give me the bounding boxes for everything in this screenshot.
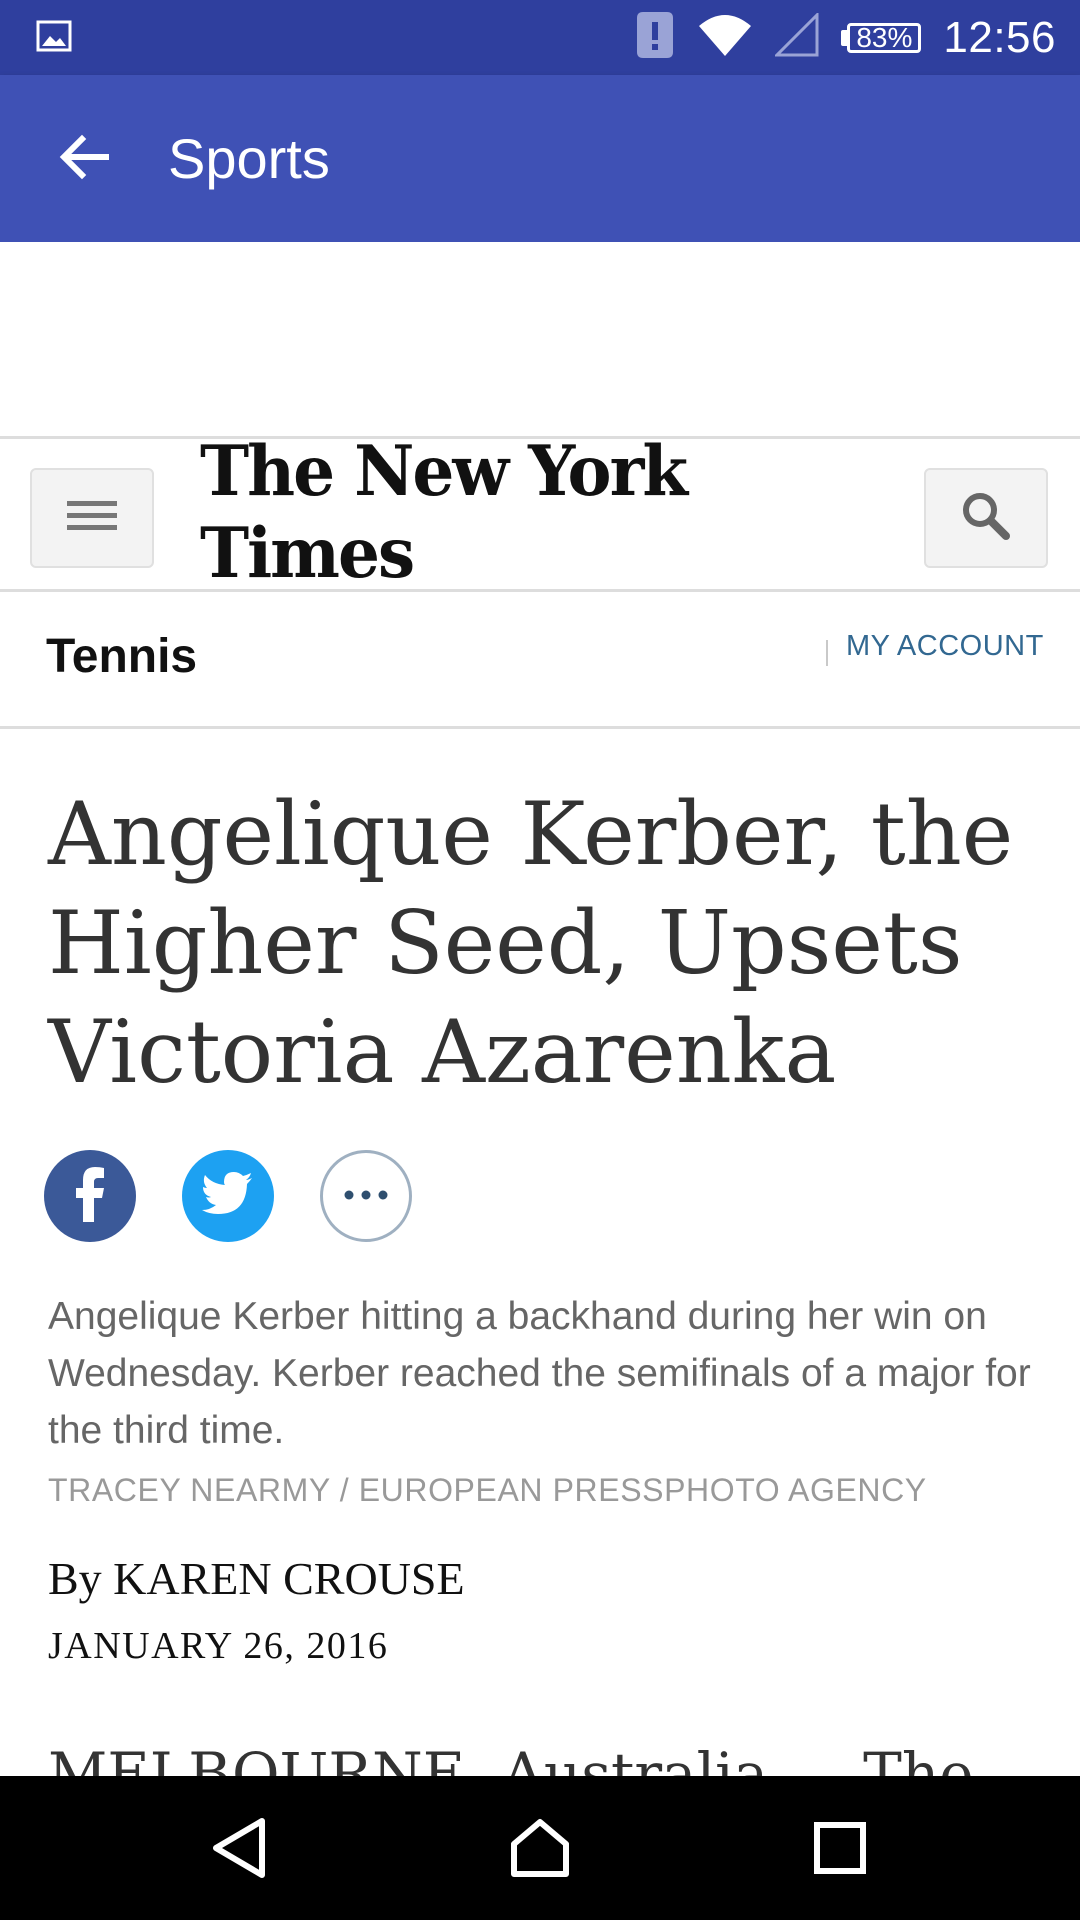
status-bar: 83% 12:56 [0, 0, 1080, 75]
battery-level: 83% [847, 22, 922, 53]
search-icon [960, 490, 1012, 547]
app-bar-title: Sports [168, 127, 330, 190]
photo-credit: TRACEY NEARMY / EUROPEAN PRESSPHOTO AGEN… [48, 1472, 927, 1508]
byline[interactable]: By KAREN CROUSE [48, 1552, 465, 1605]
ad-space [0, 242, 1080, 436]
divider [0, 726, 1080, 729]
my-account-link[interactable]: MY ACCOUNT [846, 630, 1044, 663]
home-icon[interactable] [500, 1808, 580, 1888]
photo-caption: Angelique Kerber hitting a backhand duri… [48, 1295, 1031, 1452]
twitter-icon [202, 1171, 254, 1221]
facebook-share-button[interactable] [44, 1150, 136, 1242]
nyt-logo[interactable]: The New York Times [200, 430, 880, 594]
share-buttons [44, 1150, 412, 1242]
arrow-back-icon[interactable] [56, 129, 112, 185]
recents-icon[interactable] [800, 1808, 880, 1888]
battery-icon: 83% [841, 22, 922, 53]
section-name[interactable]: Tennis [46, 591, 197, 726]
divider [826, 640, 828, 666]
clock: 12:56 [943, 12, 1056, 62]
alert-icon [635, 8, 675, 67]
image-notification-icon [36, 18, 72, 59]
nyt-logo-text: The New York Times [200, 430, 688, 594]
signal-icon [773, 11, 819, 62]
more-share-button[interactable] [320, 1150, 412, 1242]
hamburger-menu-icon [67, 498, 117, 539]
wifi-icon [697, 12, 753, 63]
menu-button[interactable] [30, 468, 154, 568]
app-bar: Sports [0, 75, 1080, 242]
back-triangle-icon[interactable] [200, 1808, 280, 1888]
facebook-icon [70, 1166, 110, 1227]
system-nav-bar [0, 1776, 1080, 1920]
more-icon [344, 1187, 388, 1205]
nyt-masthead: The New York Times [0, 430, 1080, 594]
search-button[interactable] [924, 468, 1048, 568]
twitter-share-button[interactable] [182, 1150, 274, 1242]
article-headline: Angelique Kerber, the Higher Seed, Upset… [48, 783, 1014, 1103]
publish-date: JANUARY 26, 2016 [48, 1625, 389, 1667]
